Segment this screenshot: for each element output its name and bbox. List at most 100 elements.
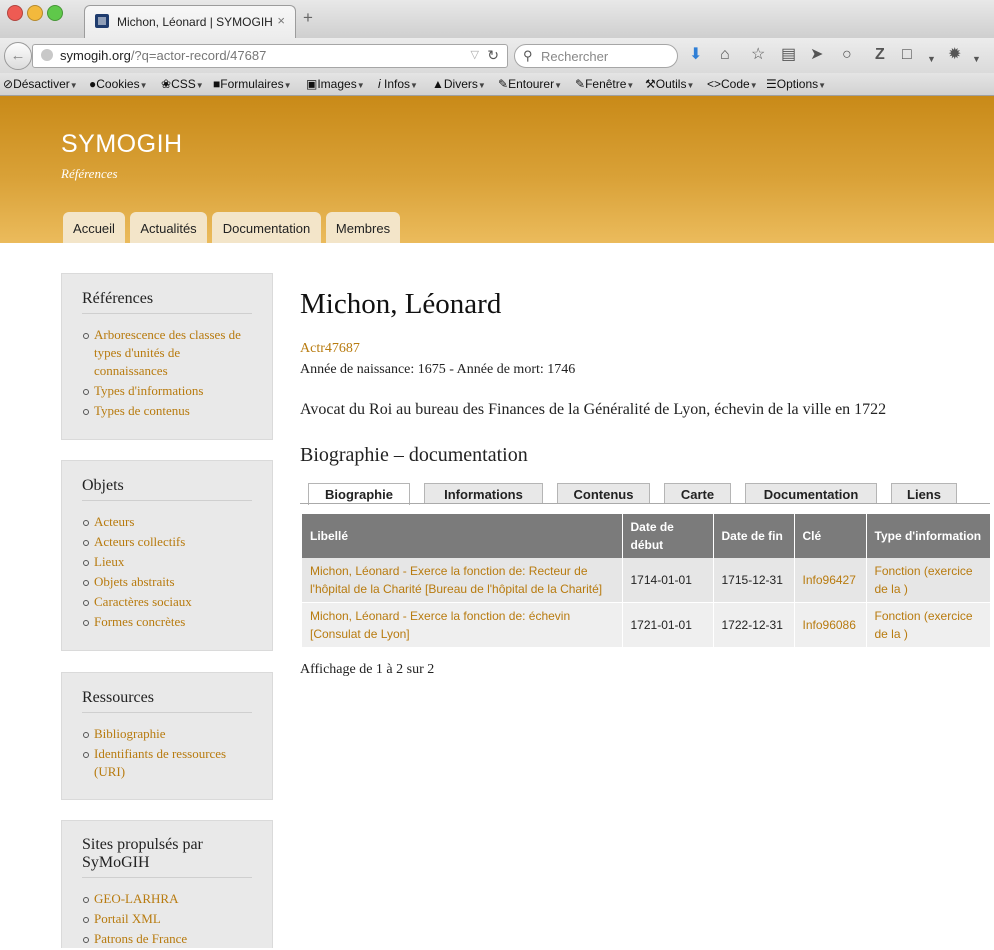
col-header-date-fin[interactable]: Date de fin [713,514,795,558]
devbar-css[interactable]: ❀CSS▼ [161,77,204,91]
devbar-label: Cookies [96,77,140,91]
devbar-info[interactable]: i Infos▼ [378,77,418,91]
col-header-libelle[interactable]: Libellé [302,514,623,558]
nav-tab-membres[interactable]: Membres [326,212,400,243]
page-title: Michon, Léonard [300,288,502,320]
sidebar-link[interactable]: Types d'informations [82,382,252,400]
nav-tab-accueil[interactable]: Accueil [63,212,125,243]
tab-title: Michon, Léonard | SYMOGIH [117,15,273,29]
sidebar-block-sites: Sites propulsés par SyMoGIH GEO-LARHRA P… [61,820,273,948]
download-icon[interactable]: ⬇ [689,47,702,63]
bookmark-star-icon[interactable]: ☆ [751,47,765,63]
sidebar-link[interactable]: Types de contenus [82,402,252,420]
sidebar-link[interactable]: Arborescence des classes de types d'unit… [82,326,252,380]
devbar-label: Options [776,77,819,91]
devbar-label: Infos [384,77,411,91]
devbar-forms[interactable]: ■Formulaires▼ [213,77,292,91]
home-icon[interactable]: ⌂ [720,47,730,63]
cell-type-link[interactable]: Fonction (exercice de la ) [866,602,991,648]
block-divider [82,877,252,878]
sidebar-link[interactable]: Lieux [82,553,252,571]
cell-label-link[interactable]: Michon, Léonard - Exerce la fonction de:… [302,602,623,648]
cell-label-link[interactable]: Michon, Léonard - Exerce la fonction de:… [302,558,623,603]
block-links: Acteurs Acteurs collectifs Lieux Objets … [82,513,252,633]
nav-tab-documentation[interactable]: Documentation [212,212,321,243]
send-icon[interactable]: ➤ [810,47,823,63]
tab-liens[interactable]: Liens [891,483,957,504]
sidebar-link[interactable]: Identifiants de ressources (URI) [82,745,252,781]
tab-carte[interactable]: Carte [664,483,731,504]
block-title: Références [82,290,154,307]
devbar-window[interactable]: ✎Fenêtre▼ [575,77,634,91]
cell-start-date: 1714-01-01 [622,558,714,603]
block-divider [82,313,252,314]
devbar-options[interactable]: ☰Options▼ [766,77,826,91]
back-button[interactable]: ← [4,42,32,70]
nav-tab-actualites[interactable]: Actualités [130,212,207,243]
devbar-images[interactable]: ▣Images▼ [306,77,365,91]
sidebar-link[interactable]: Bibliographie [82,725,252,743]
extensions-dropdown-icon[interactable]: ▼ [972,51,981,67]
close-window-button[interactable] [7,5,23,21]
tab-biographie[interactable]: Biographie [308,483,410,505]
sidebar-link[interactable]: Acteurs [82,513,252,531]
sidebar-block-objets: Objets Acteurs Acteurs collectifs Lieux … [61,460,273,651]
reload-icon[interactable]: ↻ [487,47,499,64]
site-header: SYMOGIH Références Accueil Actualités Do… [0,96,994,243]
menu-dropdown-icon[interactable]: ▼ [927,51,936,67]
cell-key-link[interactable]: Info96086 [794,602,867,648]
browser-tab[interactable]: Michon, Léonard | SYMOGIH × [84,5,296,39]
sidebar-link[interactable]: Formes concrètes [82,613,252,631]
block-divider [82,712,252,713]
cell-key-link[interactable]: Info96427 [794,558,867,603]
block-links: Arborescence des classes de types d'unit… [82,326,252,422]
devbar-tools[interactable]: ⚒Outils▼ [645,77,694,91]
devbar-misc[interactable]: ▲Divers▼ [432,77,486,91]
sidebar-link[interactable]: Patrons de France [82,930,252,948]
sidebar-link[interactable]: GEO-LARHRA [82,890,252,908]
url-bar[interactable]: symogih.org/?q=actor-record/47687 ▽ ↻ [32,44,508,68]
search-box[interactable]: ⚲ Rechercher [514,44,678,68]
zoom-window-button[interactable] [47,5,63,21]
sidebar-link[interactable]: Caractères sociaux [82,593,252,611]
devbar-label: Formulaires [220,77,284,91]
col-header-cle[interactable]: Clé [794,514,867,558]
site-name[interactable]: SYMOGIH [61,130,183,159]
tab-informations[interactable]: Informations [424,483,543,504]
cell-type-link[interactable]: Fonction (exercice de la ) [866,558,991,603]
biography-table: Libellé Date de début Date de fin Clé Ty… [302,514,991,648]
devbar-code[interactable]: <>Code▼ [707,77,758,91]
cell-start-date: 1721-01-01 [622,602,714,648]
history-dropdown-icon[interactable]: ▽ [471,48,479,61]
bug-icon[interactable]: ✹ [948,47,961,63]
section-title: Biographie – documentation [300,444,528,466]
reading-list-icon[interactable]: ▤ [781,47,796,63]
devbar-label: CSS [171,77,196,91]
sidebar-block-references: Références Arborescence des classes de t… [61,273,273,440]
tab-contenus[interactable]: Contenus [557,483,650,504]
page-icon[interactable]: □ [902,47,912,63]
cell-end-date: 1722-12-31 [713,602,795,648]
site-slogan: Références [61,166,118,181]
sidebar-link[interactable]: Acteurs collectifs [82,533,252,551]
devbar-disable[interactable]: ⊘Désactiver▼ [3,77,78,91]
sidebar-block-ressources: Ressources Bibliographie Identifiants de… [61,672,273,800]
devbar-label: Code [721,77,750,91]
zotero-icon[interactable]: Z [875,47,885,63]
tab-documentation[interactable]: Documentation [745,483,877,504]
sidebar-link[interactable]: Objets abstraits [82,573,252,591]
new-tab-button[interactable]: + [303,9,313,26]
table-row: Michon, Léonard - Exerce la fonction de:… [302,602,991,648]
sidebar-link[interactable]: Portail XML [82,910,252,928]
devbar-outline[interactable]: ✎Entourer▼ [498,77,562,91]
devbar-cookies[interactable]: ●Cookies▼ [89,77,148,91]
devbar-label: Fenêtre [585,77,627,91]
cell-end-date: 1715-12-31 [713,558,795,603]
table-header-row: Libellé Date de début Date de fin Clé Ty… [302,514,991,558]
close-tab-icon[interactable]: × [277,13,285,28]
minimize-window-button[interactable] [27,5,43,21]
chat-icon[interactable]: ○ [842,47,852,63]
col-header-date-debut[interactable]: Date de début [622,514,714,558]
col-header-type[interactable]: Type d'information [866,514,991,558]
actor-id-link[interactable]: Actr47687 [300,341,360,357]
